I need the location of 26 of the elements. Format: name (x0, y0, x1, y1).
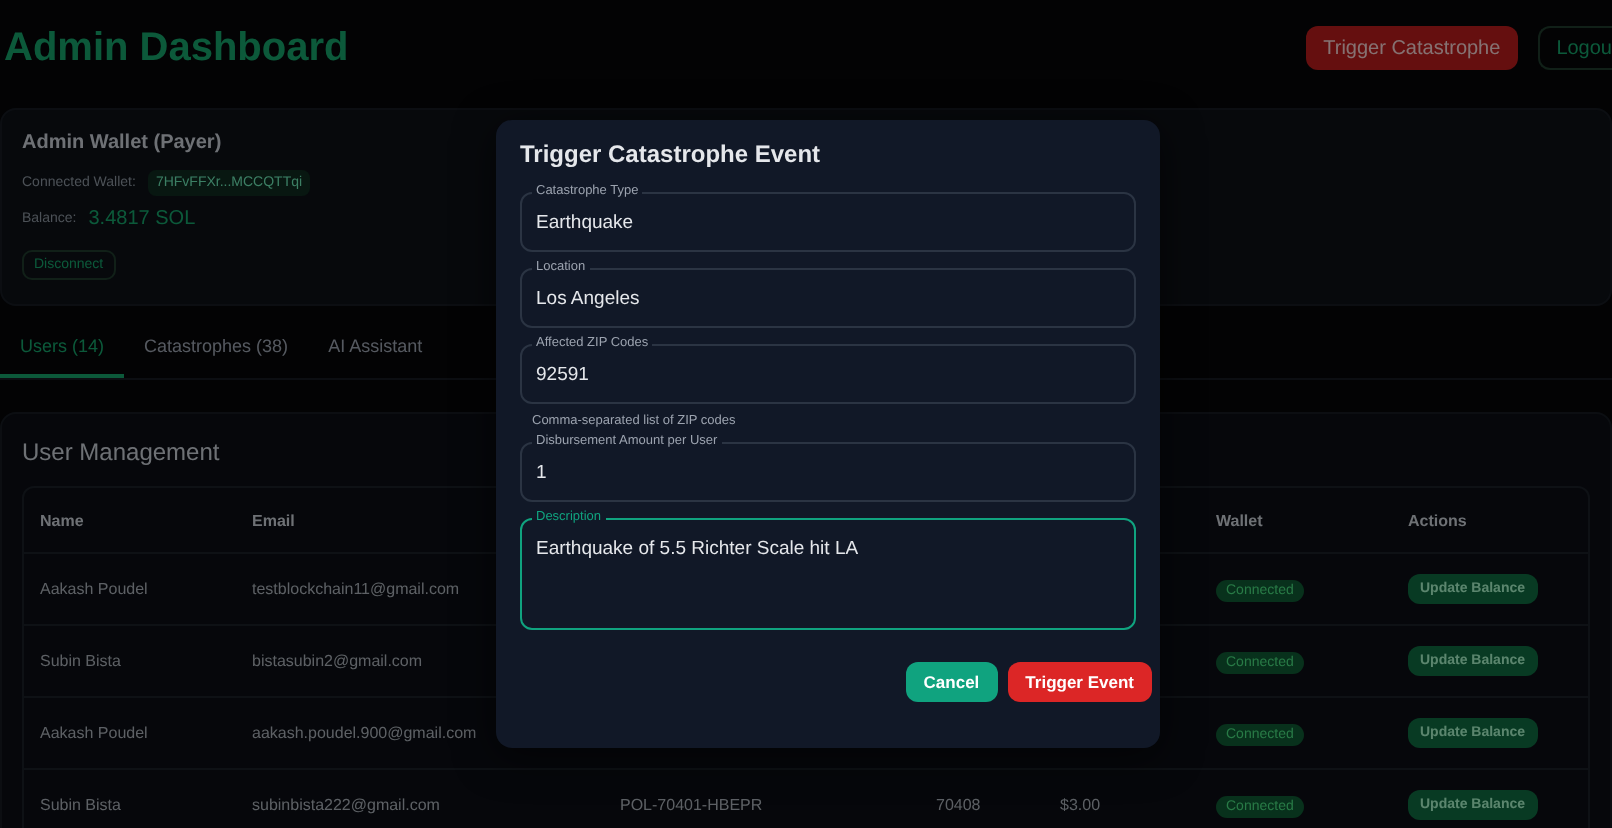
table-cell: 70408 (936, 796, 981, 814)
dialog-button[interactable]: Cancel (905, 662, 998, 702)
table-cell: Aakash Poudel (40, 724, 148, 742)
column-header: Email (252, 511, 295, 529)
table-cell: bistasubin2@gmail.com (252, 652, 423, 670)
table-cell: testblockchain11@gmail.com (252, 580, 460, 598)
table-cell: subinbista222@gmail.com (252, 796, 440, 814)
balance-value: 3.4817 SOL (88, 208, 196, 230)
table-cell: $3.00 (1060, 796, 1101, 814)
table-cell: Aakash Poudel (40, 580, 148, 598)
dialog-button[interactable]: Trigger Event (1007, 662, 1152, 702)
tab[interactable]: Users (14) (0, 322, 125, 378)
table-cell: Subin Bista (40, 796, 121, 814)
table-cell: Subin Bista (40, 652, 121, 670)
dialog-title: Trigger Catastrophe Event (520, 140, 823, 168)
header-button[interactable]: Logou (1538, 26, 1612, 70)
section-title: User Management (22, 438, 220, 466)
table-cell: aakash.poudel.900@gmail.com (252, 724, 477, 742)
column-header: Actions (1408, 511, 1467, 529)
tab[interactable]: Catastrophes (38) (124, 322, 309, 378)
header-button[interactable]: Trigger Catastrophe (1305, 26, 1519, 70)
column-header: Wallet (1216, 511, 1263, 529)
table-cell: POL-70401-HBEPR (620, 796, 763, 814)
column-header: Name (40, 511, 84, 529)
tab[interactable]: AI Assistant (308, 322, 443, 378)
page-title: Admin Dashboard (4, 25, 349, 71)
